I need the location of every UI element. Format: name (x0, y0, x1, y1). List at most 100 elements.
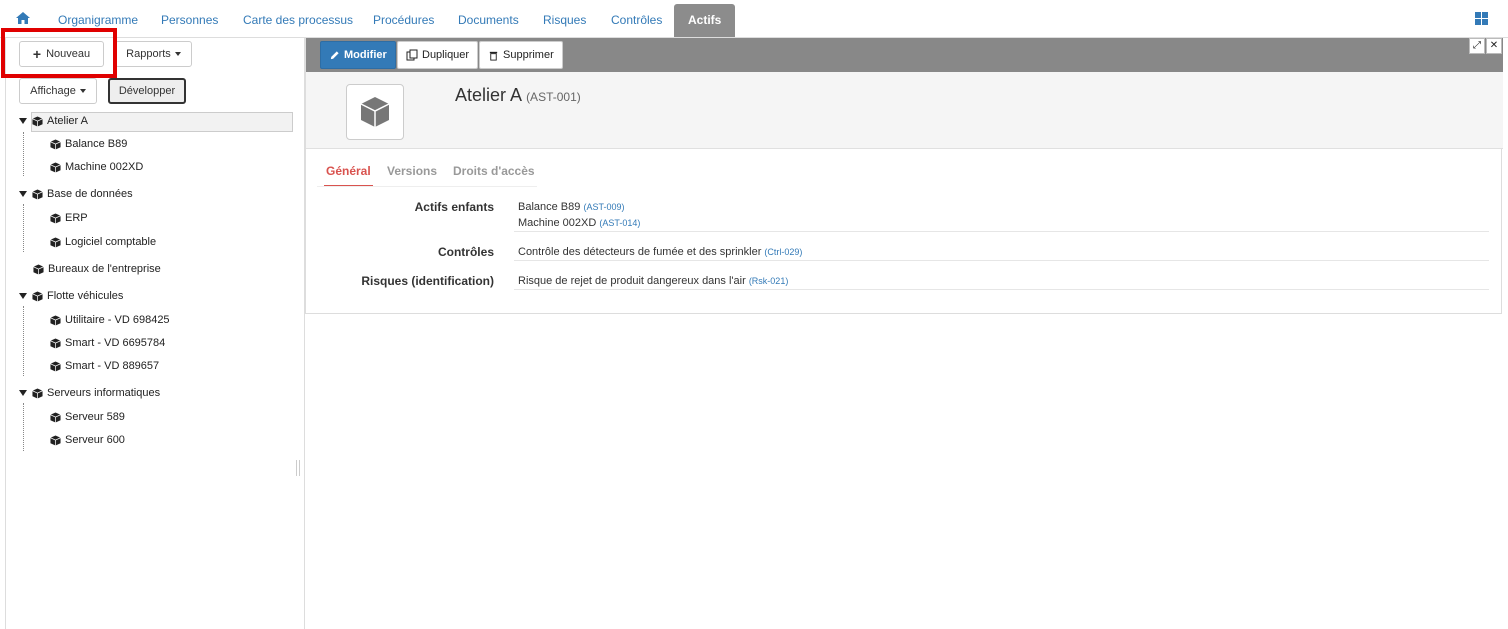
triangle-down-icon[interactable] (19, 390, 27, 396)
display-button-label: Affichage (30, 85, 76, 97)
cube-icon (50, 337, 61, 349)
tab-carte-des-processus[interactable]: Carte des processus (243, 4, 353, 37)
tab-documents[interactable]: Documents (458, 4, 519, 37)
risks-label: Risques (identification) (361, 274, 494, 288)
grid-icon[interactable] (1475, 12, 1488, 25)
field-divider (514, 289, 1489, 290)
expand-button[interactable]: Développer (108, 78, 186, 104)
cube-icon (32, 188, 43, 200)
cube-icon (50, 161, 61, 173)
triangle-down-icon[interactable] (19, 293, 27, 299)
record-code: (AST-001) (526, 90, 581, 104)
reports-button-label: Rapports (126, 48, 171, 60)
child-asset-ref[interactable]: (AST-014) (599, 218, 640, 228)
risk-link[interactable]: Risque de rejet de produit dangereux dan… (518, 275, 788, 287)
display-button[interactable]: Affichage (19, 78, 97, 104)
expand-icon[interactable]: ⤢ (1469, 38, 1485, 54)
delete-button[interactable]: Supprimer (479, 41, 563, 69)
tree-node-label: Serveur 589 (65, 411, 125, 423)
resize-handle[interactable] (296, 460, 300, 476)
children-label: Actifs enfants (414, 200, 494, 214)
tree-node-label: Flotte véhicules (47, 290, 124, 302)
tree-node[interactable]: ERP (50, 208, 88, 228)
risk-ref[interactable]: (Rsk-021) (749, 276, 789, 286)
tree-guide (23, 204, 24, 252)
cube-icon (50, 314, 61, 326)
tree-node-label: Smart - VD 889657 (65, 360, 160, 372)
delete-button-label: Supprimer (503, 49, 554, 61)
tree-node-label: Smart - VD 6695784 (65, 337, 166, 349)
record-title: Atelier A (455, 85, 522, 105)
tree-node[interactable]: Serveurs informatiques (19, 383, 160, 403)
page-title: Atelier A (AST-001) (455, 85, 581, 106)
tab-actifs[interactable]: Actifs (674, 4, 736, 37)
duplicate-button-label: Dupliquer (422, 49, 470, 61)
copy-icon (406, 49, 418, 61)
child-asset-link[interactable]: Balance B89 (AST-009) (518, 201, 624, 213)
tree-node[interactable]: Base de données (19, 184, 133, 204)
record-header: Atelier A (AST-001) (306, 72, 1503, 149)
tab-general[interactable]: Général (324, 159, 373, 187)
tree-node-label: Bureaux de l'entreprise (48, 263, 161, 275)
edit-button-label: Modifier (344, 49, 387, 61)
tab-controles[interactable]: Contrôles (611, 4, 662, 37)
control-link[interactable]: Contrôle des détecteurs de fumée et des … (518, 246, 802, 258)
tree-node-label: Serveur 600 (65, 434, 125, 446)
tree-panel: + Nouveau Rapports Affichage Développer … (1, 28, 305, 629)
tree-node[interactable]: Serveur 589 (50, 407, 125, 427)
tabs-divider (317, 186, 537, 187)
pencil-icon (330, 50, 339, 59)
tree-node[interactable]: Flotte véhicules (19, 286, 123, 306)
close-icon[interactable]: ✕ (1486, 38, 1502, 54)
field-divider (514, 231, 1489, 232)
tree-node-label: Utilitaire - VD 698425 (65, 314, 170, 326)
detail-panel: Modifier Dupliquer Supprimer ⤢ ✕ Atelier… (305, 38, 1503, 314)
tree-node[interactable]: Atelier A (19, 111, 88, 131)
tree-node-label: Logiciel comptable (65, 236, 157, 248)
tree-node-label: Balance B89 (65, 138, 128, 150)
tree-node[interactable]: Machine 002XD (50, 157, 143, 177)
tab-personnes[interactable]: Personnes (161, 4, 218, 37)
tab-access-rights[interactable]: Droits d'accès (453, 159, 535, 187)
tree-node[interactable]: Smart - VD 889657 (50, 356, 159, 376)
tree-guide (23, 306, 24, 376)
cube-icon (33, 263, 44, 275)
triangle-down-icon[interactable] (19, 191, 27, 197)
child-asset-name: Machine 002XD (518, 217, 597, 229)
tree-node-label: Machine 002XD (65, 161, 144, 173)
cube-icon (32, 115, 43, 127)
tree-node[interactable]: Balance B89 (50, 134, 127, 154)
triangle-down-icon[interactable] (19, 118, 27, 124)
tree-node[interactable]: Utilitaire - VD 698425 (50, 310, 170, 330)
edit-button[interactable]: Modifier (320, 41, 396, 69)
tab-versions[interactable]: Versions (387, 159, 437, 187)
expand-button-label: Développer (118, 85, 176, 97)
tree-node-label: Base de données (47, 188, 133, 200)
tree-guide (23, 132, 24, 176)
reports-button[interactable]: Rapports (115, 41, 192, 67)
duplicate-button[interactable]: Dupliquer (397, 41, 479, 69)
risk-name: Risque de rejet de produit dangereux dan… (518, 275, 746, 287)
control-ref[interactable]: (Ctrl-029) (764, 247, 802, 257)
tab-risques[interactable]: Risques (543, 4, 586, 37)
cube-icon (50, 236, 61, 248)
cube-icon (50, 434, 61, 446)
child-asset-ref[interactable]: (AST-009) (583, 202, 624, 212)
cube-icon (32, 290, 43, 302)
trash-icon (489, 51, 498, 61)
tree-node[interactable]: Smart - VD 6695784 (50, 333, 165, 353)
tree-node-label: Atelier A (47, 115, 88, 127)
tree-node[interactable]: Bureaux de l'entreprise (33, 259, 161, 279)
tab-procedures[interactable]: Procédures (373, 4, 434, 37)
tree-node[interactable]: Logiciel comptable (50, 232, 156, 252)
tree-node[interactable]: Serveur 600 (50, 430, 125, 450)
record-toolbar: Modifier Dupliquer Supprimer ⤢ ✕ (306, 38, 1503, 72)
control-name: Contrôle des détecteurs de fumée et des … (518, 246, 762, 258)
controls-label: Contrôles (437, 245, 494, 259)
top-navigation: Organigramme Personnes Carte des process… (0, 0, 1508, 38)
highlight-box (1, 28, 117, 78)
caret-down-icon (174, 52, 181, 56)
home-icon[interactable] (14, 9, 32, 27)
cube-icon (50, 411, 61, 423)
child-asset-link[interactable]: Machine 002XD (AST-014) (518, 217, 640, 229)
